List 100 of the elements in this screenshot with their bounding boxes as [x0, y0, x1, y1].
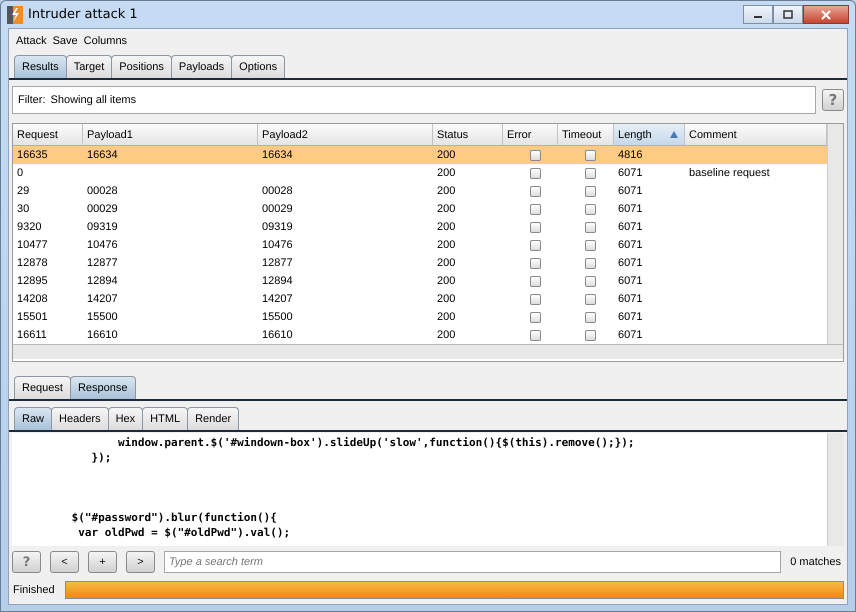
table-cell-text: 200	[436, 220, 456, 235]
menu-item[interactable]: Attack	[13, 34, 50, 46]
checkbox[interactable]	[530, 150, 541, 160]
tab[interactable]: Render	[187, 407, 240, 430]
checkbox[interactable]	[585, 294, 596, 304]
table-cell-text: 9320	[16, 220, 42, 235]
help-button[interactable]: ?	[12, 551, 41, 573]
table-cell-text: 200	[436, 292, 456, 307]
table-cell: 200	[433, 146, 503, 164]
table-cell: 16634	[258, 146, 433, 164]
search-nav-button[interactable]: +	[88, 551, 117, 573]
checkbox[interactable]	[585, 312, 596, 322]
checkbox[interactable]	[530, 186, 541, 196]
column-header[interactable]: Status	[433, 124, 503, 146]
help-button[interactable]: ?	[822, 89, 844, 111]
checkbox[interactable]	[585, 150, 596, 160]
table-cell-text: 6071	[617, 220, 644, 235]
window-title: Intruder attack 1	[28, 7, 139, 22]
table-cell-text: 200	[436, 166, 456, 181]
maximize-button[interactable]	[773, 5, 803, 24]
table-cell-text: 0	[16, 166, 24, 181]
checkbox[interactable]	[530, 240, 541, 250]
checkbox[interactable]	[530, 258, 541, 268]
table-cell: 16635	[13, 146, 83, 164]
table-cell-text: 29	[16, 184, 30, 199]
horizontal-scrollbar[interactable]	[13, 344, 843, 359]
code-line: window.parent.$('#windown-box').slideUp('slow',function(){$(this).remove();});	[116, 435, 636, 450]
table-cell-text: 12894	[86, 274, 119, 289]
filter-bar[interactable]: Filter: Showing all items	[12, 86, 816, 114]
menu-item[interactable]: Columns	[80, 34, 130, 46]
tab[interactable]: Options	[231, 55, 286, 78]
code-line: });	[90, 450, 112, 465]
column-header[interactable]: Payload1	[83, 124, 258, 146]
table-cell-text: 00028	[261, 184, 294, 199]
tab[interactable]: Hex	[108, 407, 144, 430]
search-field[interactable]: Type a search term	[164, 551, 782, 573]
table-cell-text: 200	[436, 274, 456, 289]
column-header[interactable]: Length	[614, 124, 685, 146]
column-header[interactable]: Payload2	[258, 124, 433, 146]
checkbox[interactable]	[530, 330, 541, 340]
tab[interactable]: HTML	[142, 407, 188, 430]
tab[interactable]: Raw	[14, 407, 52, 430]
table-cell: 16634	[83, 146, 258, 164]
checkbox[interactable]	[585, 168, 596, 178]
table-cell-text: 16610	[86, 328, 119, 343]
checkbox[interactable]	[530, 168, 541, 178]
status-text: Finished	[13, 584, 55, 596]
tab[interactable]: Results	[14, 55, 67, 78]
tab[interactable]: Request	[14, 376, 71, 399]
search-nav-button[interactable]: >	[126, 551, 155, 573]
table-cell-text: 30	[16, 202, 30, 217]
checkbox[interactable]	[585, 276, 596, 286]
tab[interactable]: Headers	[51, 407, 109, 430]
checkbox[interactable]	[530, 222, 541, 232]
table-cell-text: 200	[436, 202, 456, 217]
checkbox[interactable]	[585, 186, 596, 196]
tab[interactable]: Payloads	[170, 55, 232, 78]
table-cell-text: 6071	[617, 274, 644, 289]
table-cell: 4816	[614, 146, 685, 164]
table-cell-text: 10476	[86, 238, 119, 253]
column-header[interactable]: Timeout	[558, 124, 614, 146]
search-nav-button[interactable]: <	[50, 551, 79, 573]
table-cell-text: 200	[436, 184, 456, 199]
checkbox[interactable]	[530, 294, 541, 304]
checkbox[interactable]	[585, 258, 596, 268]
table-cell-text: 200	[436, 256, 456, 271]
table-cell-text: 6071	[617, 328, 644, 343]
column-header[interactable]: Error	[503, 124, 558, 146]
checkbox[interactable]	[585, 240, 596, 250]
table-cell-text: 6071	[617, 238, 644, 253]
table-cell-text: 200	[436, 328, 456, 343]
table-cell-text: 12877	[261, 256, 294, 271]
table-cell-text: 14207	[261, 292, 294, 307]
table-cell-text: 14207	[86, 292, 119, 307]
close-button[interactable]	[803, 5, 849, 24]
tab[interactable]: Positions	[111, 55, 172, 78]
column-header[interactable]: Comment	[685, 124, 827, 146]
checkbox[interactable]	[530, 312, 541, 322]
checkbox[interactable]	[530, 276, 541, 286]
code-line: var oldPwd = $("#oldPwd").val();	[77, 525, 292, 540]
vertical-scrollbar[interactable]	[827, 124, 843, 344]
table-cell-text: 16610	[261, 328, 294, 343]
tab[interactable]: Response	[70, 376, 136, 399]
checkbox[interactable]	[585, 204, 596, 214]
vertical-scrollbar[interactable]	[827, 433, 844, 546]
menu-item[interactable]: Save	[50, 34, 81, 46]
column-header[interactable]: Request	[13, 124, 83, 146]
table-cell-text: 6071	[617, 310, 644, 325]
table-cell-text: 12895	[16, 274, 49, 289]
minimize-button[interactable]	[743, 5, 773, 24]
table-cell-text: 10477	[16, 238, 49, 253]
close-icon	[820, 10, 832, 20]
checkbox[interactable]	[530, 204, 541, 214]
match-count: 0 matches	[790, 556, 841, 568]
checkbox[interactable]	[585, 330, 596, 340]
table-cell-text: 15500	[261, 310, 294, 325]
tab[interactable]: Target	[66, 55, 112, 78]
table-cell-text: 00029	[261, 202, 294, 217]
checkbox[interactable]	[585, 222, 596, 232]
table-cell-text: 10476	[261, 238, 294, 253]
